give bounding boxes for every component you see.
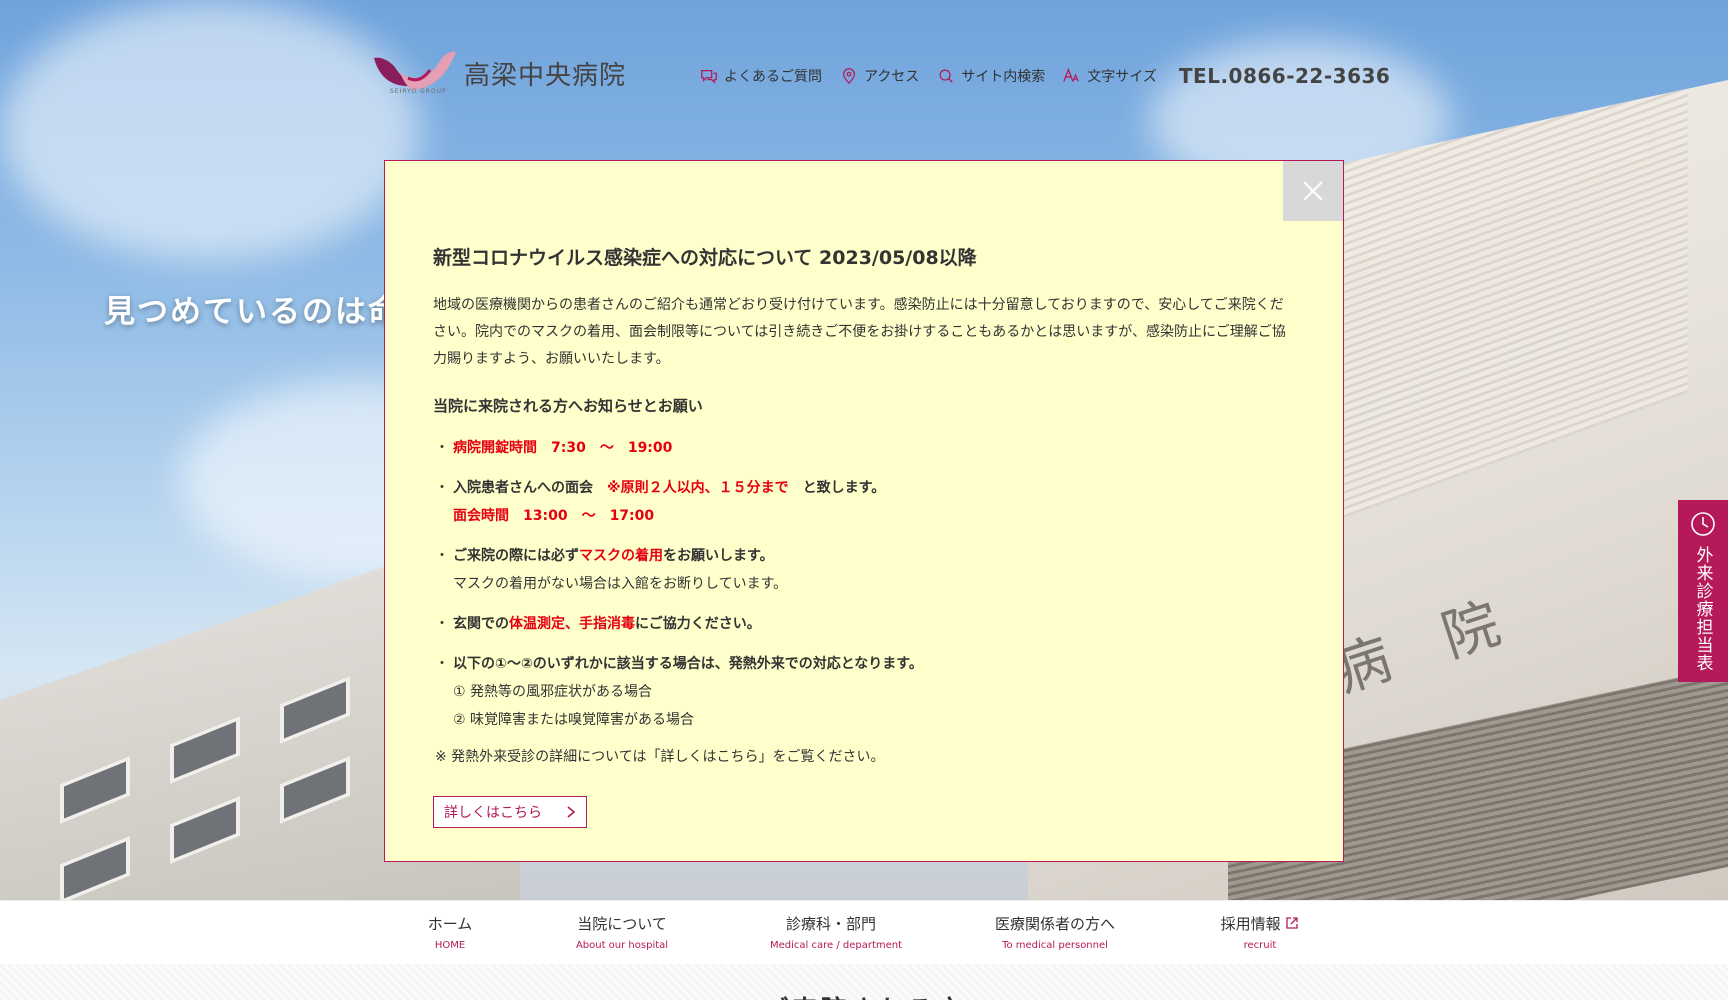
list-item: ご来院の際には必ずマスクの着用をお願いします。 マスクの着用がない場合は入館をお… — [433, 542, 1293, 598]
nav-home[interactable]: ホーム HOME — [427, 913, 473, 951]
clock-icon — [1691, 512, 1715, 536]
entrance-emphasis: 体温測定、手指消毒 — [509, 616, 635, 632]
nav-label: ホーム — [427, 915, 473, 933]
cloud — [0, 0, 420, 260]
nav-label: 診療科・部門 — [785, 915, 876, 933]
nav-label: 当院について — [577, 915, 667, 933]
access-link[interactable]: アクセス — [840, 66, 919, 86]
text-size-link[interactable]: 文字サイズ — [1063, 66, 1157, 86]
faq-link[interactable]: よくあるご質問 — [700, 66, 822, 86]
outpatient-schedule-tab[interactable]: 外来診療担当表 — [1678, 500, 1728, 682]
site-logo[interactable]: SEIRYO GROUP 高梁中央病院 — [372, 48, 626, 100]
fever-lead: 以下の①～②のいずれかに該当する場合は、発熱外来での対応となります。 — [453, 656, 923, 672]
nav-label: 採用情報 — [1218, 913, 1302, 934]
faq-label: よくあるご質問 — [724, 69, 822, 85]
mask-text: ご来院の際には必ず — [453, 548, 579, 564]
fever-clinic-note: ※ 発熱外来受診の詳細については「詳しくはこちら」をご覧ください。 — [435, 749, 885, 765]
outpatient-schedule-label: 外来診療担当表 — [1692, 546, 1713, 672]
chevron-right-icon — [567, 806, 576, 818]
visit-hours: 面会時間 13:00 ～ 17:00 — [453, 508, 655, 524]
nav-sublabel: HOME — [434, 940, 466, 951]
phone-number[interactable]: TEL.0866-22-3636 — [1179, 64, 1390, 88]
list-item: 玄関での体温測定、手指消毒にご協力ください。 — [433, 610, 1293, 638]
logo-name: 高梁中央病院 — [464, 60, 627, 91]
modal-content: 新型コロナウイルス感染症への対応について 2023/05/08以降 地域の医療機… — [433, 243, 1293, 828]
nav-label: 医療関係者の方へ — [994, 915, 1115, 933]
text-size-label: 文字サイズ — [1087, 69, 1157, 85]
mask-note: マスクの着用がない場合は入館をお断りしています。 — [453, 576, 788, 592]
nav-departments[interactable]: 診療科・部門 Medical care / department — [770, 913, 903, 951]
fever-condition-1: ① 発熱等の風邪症状がある場合 — [453, 684, 653, 700]
access-label: アクセス — [864, 69, 920, 85]
visit-text-end: と致します。 — [788, 480, 886, 496]
list-item: 以下の①～②のいずれかに該当する場合は、発熱外来での対応となります。 ① 発熱等… — [433, 650, 1293, 734]
nav-about[interactable]: 当院について About our hospital — [572, 913, 672, 951]
logo-subtitle: SEIRYO GROUP — [390, 88, 447, 95]
mask-text-end: をお願いします。 — [663, 548, 774, 564]
search-icon — [939, 69, 954, 83]
list-item: 病院開錠時間 7:30 ～ 19:00 — [433, 434, 1293, 462]
modal-title: 新型コロナウイルス感染症への対応について 2023/05/08以降 — [433, 247, 977, 269]
content-section-top: ご来院される方 — [0, 964, 1728, 1000]
nav-sublabel: recruit — [1243, 940, 1277, 951]
visit-limit: ※原則２人以内、１５分まで — [607, 480, 789, 496]
entrance-text-end: にご協力ください。 — [635, 616, 761, 632]
nav-medical-personnel[interactable]: 医療関係者の方へ To medical personnel — [992, 913, 1118, 951]
list-item: 入院患者さんへの面会 ※原則２人以内、１５分まで と致します。 面会時間 13:… — [433, 474, 1293, 530]
section-title: ご来院される方 — [0, 990, 1728, 1000]
close-icon — [1303, 181, 1323, 201]
visit-text: 入院患者さんへの面会 — [453, 480, 607, 496]
entrance-text: 玄関での — [453, 616, 509, 632]
external-link-icon — [1286, 917, 1299, 929]
faq-icon — [701, 69, 717, 84]
nav-sublabel: About our hospital — [575, 940, 669, 951]
global-nav: ホーム HOME 当院について About our hospital 診療科・部… — [0, 900, 1728, 964]
nav-sublabel: Medical care / department — [770, 940, 903, 951]
utility-nav: よくあるご質問 アクセス サイト内検索 文字サイズ TEL.0866-22-36… — [700, 64, 1390, 88]
modal-subtitle: 当院に来院される方へお知らせとお願い — [433, 397, 703, 415]
site-search-link[interactable]: サイト内検索 — [937, 66, 1045, 86]
mask-emphasis: マスクの着用 — [579, 548, 663, 564]
nav-sublabel: To medical personnel — [1002, 940, 1108, 951]
opening-hours: 病院開錠時間 7:30 ～ 19:00 — [453, 440, 673, 456]
fever-condition-2: ② 味覚障害または嗅覚障害がある場合 — [453, 712, 694, 728]
modal-close-button[interactable] — [1283, 161, 1343, 221]
modal-intro: 地域の医療機関からの患者さんのご紹介も通常どおり受け付けています。感染防止には十… — [433, 297, 1286, 367]
covid-notice-modal: 新型コロナウイルス感染症への対応について 2023/05/08以降 地域の医療機… — [384, 160, 1344, 862]
site-search-label: サイト内検索 — [961, 69, 1046, 85]
notice-list: 病院開錠時間 7:30 ～ 19:00 入院患者さんへの面会 ※原則２人以内、１… — [433, 434, 1293, 734]
text-size-icon — [1063, 67, 1080, 82]
nav-recruit[interactable]: 採用情報 recruit — [1218, 913, 1302, 951]
details-button[interactable]: 詳しくはこちら — [433, 796, 587, 828]
details-button-label: 詳しくはこちら — [444, 805, 542, 821]
logo-mark-icon: SEIRYO GROUP — [372, 48, 456, 100]
location-pin-icon — [842, 68, 856, 85]
